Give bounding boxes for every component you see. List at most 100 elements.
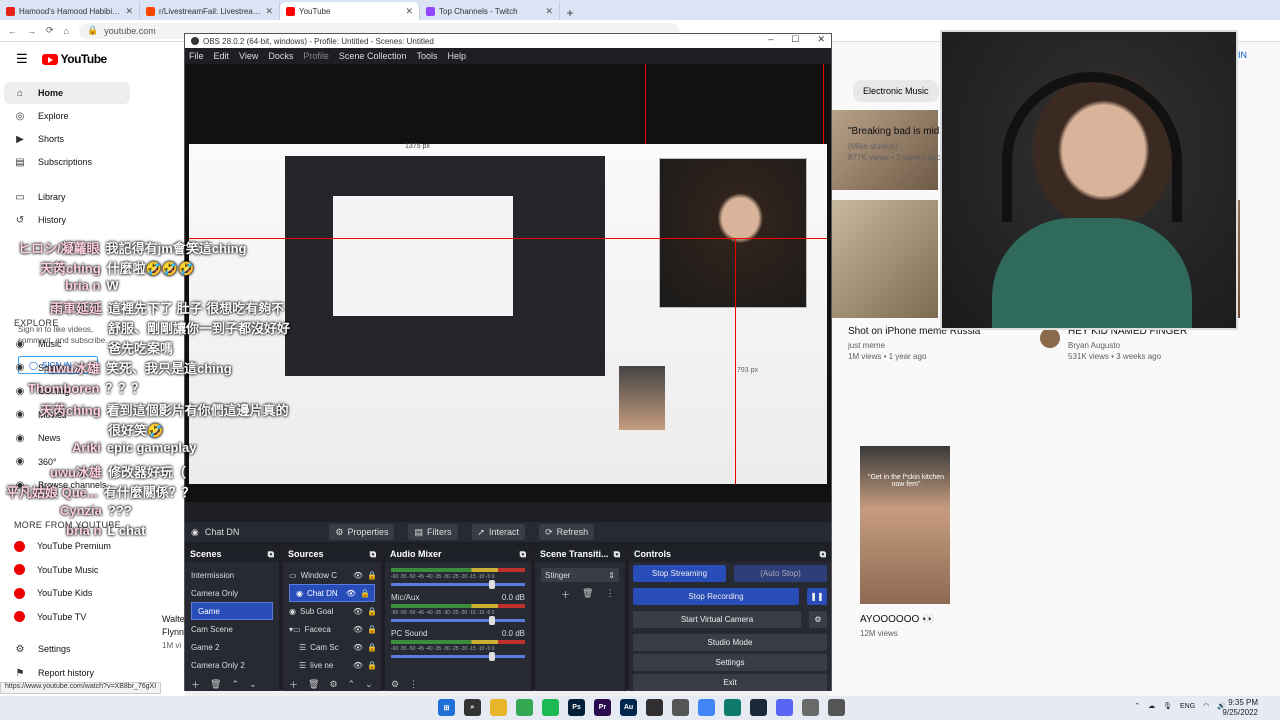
back-icon[interactable]: ← xyxy=(8,26,17,36)
sidebar-item-more[interactable]: YouTube Kids xyxy=(4,582,130,604)
undock-icon[interactable]: ⧉ xyxy=(820,549,826,560)
browser-tab[interactable]: Top Channels - Twitch ✕ xyxy=(420,2,560,20)
chrome-icon[interactable] xyxy=(516,699,533,716)
undock-icon[interactable]: ⧉ xyxy=(520,549,526,560)
lock-icon[interactable]: 🔒 xyxy=(367,571,377,580)
obs-menu-scene-collection[interactable]: Scene Collection xyxy=(339,51,407,61)
search-icon[interactable]: ⌕ xyxy=(464,699,481,716)
stop-recording-button[interactable]: Stop Recording xyxy=(633,588,799,605)
sidebar-item-more[interactable]: YouTube Music xyxy=(4,559,130,581)
studio-mode-button[interactable]: Studio Mode xyxy=(633,634,827,651)
scene-item[interactable]: Cam Scene xyxy=(185,620,279,638)
trash-icon[interactable]: 🗑 xyxy=(582,588,593,601)
sidebar-item-library[interactable]: ▭ Library xyxy=(4,186,130,208)
source-item[interactable]: ▭ Window C 👁 🔒 xyxy=(283,566,381,584)
source-item[interactable]: ▾▭ Faceca 👁 🔒 xyxy=(283,620,381,638)
reload-icon[interactable]: ⟳ xyxy=(46,25,54,36)
visibility-icon[interactable]: 👁 xyxy=(353,625,363,634)
sidebar-item-settings[interactable]: ⚙ Settings xyxy=(4,638,130,660)
scene-item[interactable]: Game xyxy=(191,602,273,620)
wifi-icon[interactable]: ◠ xyxy=(1203,702,1209,710)
lock-icon[interactable]: 🔒 xyxy=(367,661,377,670)
obs-menu-edit[interactable]: Edit xyxy=(214,51,230,61)
refresh-button[interactable]: ⟳ Refresh xyxy=(539,524,595,540)
signin-top-button[interactable]: IN xyxy=(1238,50,1247,60)
undock-icon[interactable]: ⧉ xyxy=(614,549,620,560)
forward-icon[interactable]: → xyxy=(27,26,36,36)
visibility-icon[interactable]: 👁 xyxy=(353,607,363,616)
visibility-icon[interactable]: 👁 xyxy=(353,643,363,652)
stop-streaming-button[interactable]: Stop Streaming xyxy=(633,565,726,582)
obs-menu-help[interactable]: Help xyxy=(447,51,466,61)
taskbar-clock[interactable]: 9:35 PM 9/25/2022 xyxy=(1222,698,1258,718)
youtube-logo[interactable]: YouTube xyxy=(41,52,107,66)
lock-icon[interactable]: 🔒 xyxy=(367,643,377,652)
files-icon[interactable] xyxy=(490,699,507,716)
cloud-icon[interactable]: ☁ xyxy=(1148,702,1155,710)
sidebar-item-report[interactable]: ⚑ Report history xyxy=(4,662,130,684)
source-item[interactable]: ◉ Chat DN 👁 🔒 xyxy=(289,584,375,602)
discord-icon[interactable] xyxy=(776,699,793,716)
source-item[interactable]: ☰ live ne 👁 🔒 xyxy=(283,656,381,674)
down-icon[interactable]: ⌄ xyxy=(365,679,373,690)
shorts-thumbnail[interactable] xyxy=(860,446,950,604)
chrome2-icon[interactable] xyxy=(698,699,715,716)
source-item[interactable]: ☰ Cam Sc 👁 🔒 xyxy=(283,638,381,656)
settings-icon[interactable] xyxy=(828,699,845,716)
scene-item[interactable]: Game 2 xyxy=(185,638,279,656)
video-channel[interactable]: just meme xyxy=(848,341,885,350)
obs-menu-file[interactable]: File xyxy=(189,51,204,61)
up-icon[interactable]: ⌃ xyxy=(231,679,239,690)
sidebar-item-more[interactable]: YouTube Premium xyxy=(4,535,130,557)
visibility-icon[interactable]: 👁 xyxy=(353,571,363,580)
obs-menu-tools[interactable]: Tools xyxy=(416,51,437,61)
transition-select[interactable]: Stinger ⇕ xyxy=(541,568,619,582)
scene-item[interactable]: Intermission xyxy=(185,566,279,584)
obs-menu-profile[interactable]: Profile xyxy=(303,51,329,61)
video-title[interactable]: "Breaking bad is mid" xyxy=(848,126,943,137)
add-icon[interactable]: ＋ xyxy=(561,588,570,601)
video-channel[interactable]: Bryan Augusto xyxy=(1068,341,1120,350)
sidebar-item-explore[interactable]: ◎ Explore xyxy=(4,105,130,127)
source-item[interactable]: ◉ Sub Goal 👁 🔒 xyxy=(283,602,381,620)
start-virtual-camera-button[interactable]: Start Virtual Camera xyxy=(633,611,801,628)
volume-fader[interactable] xyxy=(391,580,525,589)
lock-icon[interactable]: 🔒 xyxy=(367,607,377,616)
volume-fader[interactable] xyxy=(391,652,525,661)
spotify-icon[interactable] xyxy=(542,699,559,716)
virtual-camera-settings-button[interactable]: ⚙ xyxy=(809,611,827,628)
undock-icon[interactable]: ⧉ xyxy=(268,549,274,560)
lock-icon[interactable]: 🔒 xyxy=(360,589,370,598)
visibility-icon[interactable]: 👁 xyxy=(346,589,356,598)
up-icon[interactable]: ⌃ xyxy=(348,679,356,690)
obs-menu-view[interactable]: View xyxy=(239,51,258,61)
exit-button[interactable]: Exit xyxy=(633,674,827,691)
gear-icon[interactable]: ⚙ xyxy=(329,679,337,690)
app2-icon[interactable] xyxy=(724,699,741,716)
browser-tab[interactable]: Hamood's Hamood Habibi Offic... ✕ xyxy=(0,2,140,20)
tab-close-icon[interactable]: ✕ xyxy=(405,6,413,17)
home-icon[interactable]: ⌂ xyxy=(64,26,69,36)
tab-close-icon[interactable]: ✕ xyxy=(265,6,273,17)
premiere-icon[interactable]: Pr xyxy=(594,699,611,716)
audition-icon[interactable]: Au xyxy=(620,699,637,716)
lock-icon[interactable]: 🔒 xyxy=(367,625,377,634)
down-icon[interactable]: ⌄ xyxy=(249,679,257,690)
more-icon[interactable]: ⋮ xyxy=(605,588,614,601)
visibility-icon[interactable]: 👁 xyxy=(353,661,363,670)
language-indicator[interactable]: ENG xyxy=(1180,703,1195,710)
scene-item[interactable]: Camera Only xyxy=(185,584,279,602)
properties-button[interactable]: ⚙ Properties xyxy=(329,524,395,540)
photoshop-icon[interactable]: Ps xyxy=(568,699,585,716)
tab-close-icon[interactable]: ✕ xyxy=(545,6,553,17)
browser-tab[interactable]: YouTube ✕ xyxy=(280,2,420,20)
scene-item[interactable]: Camera Only 2 xyxy=(185,656,279,674)
browser-tab[interactable]: r/LivestreamFail: Livestream vir... ✕ xyxy=(140,2,280,20)
mic-icon[interactable]: 🎙 xyxy=(1163,702,1172,710)
sidebar-item-more[interactable]: YouTube TV xyxy=(4,606,130,628)
sidebar-item-history[interactable]: ↺ History xyxy=(4,209,130,231)
volume-fader[interactable] xyxy=(391,616,525,625)
app-icon[interactable] xyxy=(672,699,689,716)
obs-menu-docks[interactable]: Docks xyxy=(268,51,293,61)
undock-icon[interactable]: ⧉ xyxy=(370,549,376,560)
